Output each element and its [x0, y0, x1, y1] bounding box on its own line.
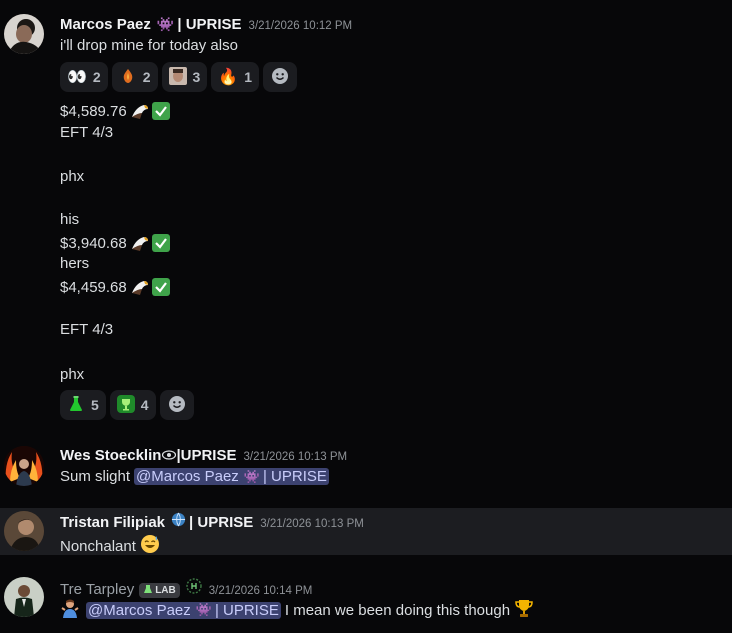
message-text: Sum slight @Marcos Paez 👾 | UPRISE [60, 468, 329, 485]
avatar[interactable] [4, 14, 44, 54]
eagle-icon [130, 101, 150, 121]
amount-line: $4,589.76 [60, 101, 170, 121]
timestamp: 3/21/2026 10:12 PM [248, 20, 353, 32]
user-tag: |UPRISE [176, 447, 237, 464]
eagle-icon [130, 233, 150, 253]
text-line: phx [60, 168, 85, 185]
check-icon [151, 102, 170, 120]
user-tag: | UPRISE [189, 514, 254, 531]
timestamp: 3/21/2026 10:13 PM [243, 451, 348, 463]
avatar[interactable] [4, 446, 44, 486]
add-reaction-button[interactable] [263, 62, 298, 92]
beaker-icon [143, 584, 153, 597]
message-text: Nonchalant [60, 534, 160, 558]
avatar[interactable] [4, 511, 44, 551]
globe-icon [171, 512, 186, 531]
smile-icon [271, 67, 289, 88]
user-mention[interactable]: @Marcos Paez 👾 | UPRISE [134, 468, 329, 485]
amount-line: $4,459.68 [60, 277, 170, 297]
eye-icon [162, 447, 177, 464]
avatar[interactable] [4, 577, 44, 617]
text-line: hers [60, 255, 90, 272]
smile-icon [168, 395, 186, 416]
reaction-trophy-badge[interactable]: 4 [109, 390, 156, 420]
reaction-face-photo[interactable]: 3 [161, 62, 208, 92]
flask-icon [67, 395, 85, 416]
trophy-icon [514, 598, 534, 622]
reaction-phoenix[interactable]: 2 [111, 62, 158, 92]
trophy-badge-icon [116, 394, 135, 416]
username[interactable]: Marcos Paez [60, 16, 151, 33]
text-line: EFT 4/3 [60, 321, 114, 338]
lab-badge: LAB [139, 583, 180, 598]
sweat-smile-icon [140, 534, 160, 558]
timestamp: 3/21/2026 10:13 PM [260, 518, 364, 530]
eyes-icon: 👀 [67, 69, 87, 86]
clover-icon [186, 578, 202, 598]
message-text: @Marcos Paez 👾 | UPRISE I mean we been d… [60, 598, 534, 622]
fire-icon: 🔥 [218, 69, 239, 86]
username[interactable]: Tre Tarpley [60, 581, 134, 598]
phoenix-icon [119, 67, 137, 88]
username[interactable]: Tristan Filipiak [60, 514, 165, 531]
eagle-icon [130, 277, 150, 297]
reactions-top: 👀 2 2 3 🔥 1 [60, 62, 298, 92]
add-reaction-button[interactable] [159, 390, 194, 420]
timestamp: 3/21/2026 10:14 PM [208, 585, 313, 597]
alien-icon: 👾 [243, 468, 260, 484]
text-line: phx [60, 366, 85, 383]
amount-line: $3,940.68 [60, 233, 170, 253]
alien-icon: 👾 [195, 602, 212, 617]
reaction-eyes[interactable]: 👀 2 [60, 62, 108, 92]
reaction-flask[interactable]: 5 [60, 390, 106, 420]
message-text: i'll drop mine for today also [60, 37, 238, 54]
person-shrug-icon [60, 598, 80, 622]
alien-icon: 👾 [156, 16, 175, 32]
check-icon [151, 234, 170, 252]
username[interactable]: Wes Stoecklin [60, 447, 161, 464]
text-line: EFT 4/3 [60, 124, 114, 141]
face-photo-icon [168, 66, 187, 88]
reaction-fire[interactable]: 🔥 1 [211, 62, 260, 92]
user-mention[interactable]: @Marcos Paez 👾 | UPRISE [86, 601, 281, 619]
check-icon [151, 278, 170, 296]
user-tag: | UPRISE [177, 16, 242, 33]
reactions-bottom: 5 4 [60, 390, 194, 420]
text-line: his [60, 211, 80, 228]
